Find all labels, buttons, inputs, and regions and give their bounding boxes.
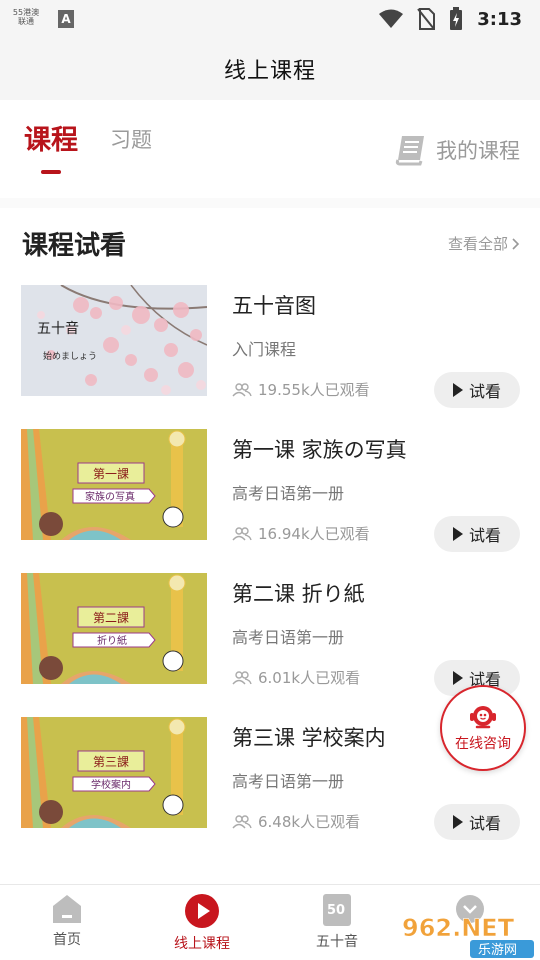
tab-active-indicator <box>41 170 61 174</box>
try-watch-label: 试看 <box>468 382 501 401</box>
headset-icon <box>470 706 496 729</box>
thumb-subtitle: 家族の写真 <box>85 490 135 503</box>
clock: 3:13 <box>477 8 522 30</box>
status-bar: 55港澳 联通 A 3:13 <box>0 0 540 38</box>
book-icon <box>395 136 424 166</box>
thumb-subtitle: 学校案内 <box>91 778 131 791</box>
nav-home-label: 首页 <box>53 932 81 948</box>
course-subtitle: 入门课程 <box>232 340 297 359</box>
tab-exercise[interactable]: 习题 <box>110 124 152 154</box>
fifty-icon-text: 50 <box>327 903 345 918</box>
users-icon <box>232 526 252 540</box>
course-thumbnail: 第二課 折り紙 <box>21 573 207 684</box>
play-icon <box>452 815 463 829</box>
view-count: 6.48k人已观看 <box>232 811 360 832</box>
tab-course[interactable]: 课程 <box>24 118 78 157</box>
view-count-label: 16.94k人已观看 <box>258 525 370 543</box>
view-count-label: 19.55k人已观看 <box>258 381 370 399</box>
nav-home[interactable]: 首页 <box>17 893 117 957</box>
course-thumbnail: 第一課 家族の写真 <box>21 429 207 540</box>
fifty-sounds-icon: 50 <box>323 894 351 926</box>
users-icon <box>232 670 252 684</box>
thumb-subtitle: 折り紙 <box>97 634 127 647</box>
my-course-label: 我的课程 <box>436 139 520 163</box>
view-count-label: 6.48k人已观看 <box>258 813 361 831</box>
course-thumbnail: 第三課 学校案内 <box>21 717 207 828</box>
play-icon <box>452 671 463 685</box>
course-item[interactable]: 第一課 家族の写真 第一课 家族の写真 高考日语第一册 16.94k人已观看 试… <box>0 428 540 572</box>
title-bar: 线上课程 <box>0 38 540 100</box>
watermark-sub: 乐游网 <box>478 943 517 958</box>
notification-a-icon: A <box>58 10 74 28</box>
course-item[interactable]: 五十音 始めましょう 五十音图 入门课程 19.55k人已观看 试看 <box>0 284 540 428</box>
course-title: 第二课 折り紙 <box>232 582 365 606</box>
chevron-right-icon <box>512 237 520 250</box>
view-count: 16.94k人已观看 <box>232 523 370 544</box>
play-circle-icon <box>185 894 219 928</box>
try-watch-label: 试看 <box>468 526 501 545</box>
watermark-logo: 962.NET 乐游网 <box>402 914 534 958</box>
course-title: 第一课 家族の写真 <box>232 438 407 462</box>
divider <box>0 198 540 208</box>
home-icon <box>53 895 81 923</box>
wifi-icon <box>379 9 404 28</box>
view-count-label: 6.01k人已观看 <box>258 669 361 687</box>
page-title: 线上课程 <box>223 59 316 84</box>
section-title: 课程试看 <box>22 231 127 261</box>
view-all-link[interactable]: 查看全部 <box>448 233 520 254</box>
view-count: 6.01k人已观看 <box>232 667 360 688</box>
users-icon <box>232 382 252 396</box>
users-icon <box>232 814 252 828</box>
course-subtitle: 高考日语第一册 <box>232 484 345 503</box>
course-list: 五十音 始めましょう 五十音图 入门课程 19.55k人已观看 试看 第一課 家… <box>0 284 540 860</box>
online-consult-button[interactable]: 在线咨询 <box>440 685 526 771</box>
carrier-logo: 55港澳 联通 <box>12 8 40 26</box>
nav-fifty-sounds-label: 五十音 <box>316 934 358 950</box>
consult-label: 在线咨询 <box>455 736 511 752</box>
tab-bar: 课程 习题 我的课程 <box>0 100 540 198</box>
nav-fifty-sounds[interactable]: 50 五十音 <box>287 893 387 957</box>
battery-charging-icon <box>450 7 463 30</box>
thumb-title: 第三課 <box>93 754 129 769</box>
view-count: 19.55k人已观看 <box>232 379 370 400</box>
try-watch-label: 试看 <box>468 814 501 833</box>
thumb-title: 五十音 <box>37 320 79 337</box>
course-title: 五十音图 <box>232 294 316 318</box>
view-all-label: 查看全部 <box>447 235 508 253</box>
nav-online-course-label: 线上课程 <box>174 936 230 952</box>
thumb-title: 第一課 <box>93 466 129 481</box>
course-thumbnail: 五十音 始めましょう <box>21 285 207 396</box>
course-title: 第三课 学校案内 <box>232 726 386 750</box>
nav-online-course[interactable]: 线上课程 <box>152 893 252 957</box>
course-subtitle: 高考日语第一册 <box>232 628 345 647</box>
thumb-title: 第二課 <box>93 610 129 625</box>
thumb-subtitle: 始めましょう <box>43 350 97 362</box>
watermark-main: 962.NET <box>402 914 515 942</box>
my-course-button[interactable]: 我的课程 <box>394 134 520 166</box>
try-watch-button[interactable]: 试看 <box>434 516 520 552</box>
play-icon <box>452 527 463 541</box>
no-sim-icon <box>417 8 436 30</box>
course-subtitle: 高考日语第一册 <box>232 772 345 791</box>
try-watch-button[interactable]: 试看 <box>434 372 520 408</box>
play-icon <box>452 383 463 397</box>
try-watch-button[interactable]: 试看 <box>434 804 520 840</box>
